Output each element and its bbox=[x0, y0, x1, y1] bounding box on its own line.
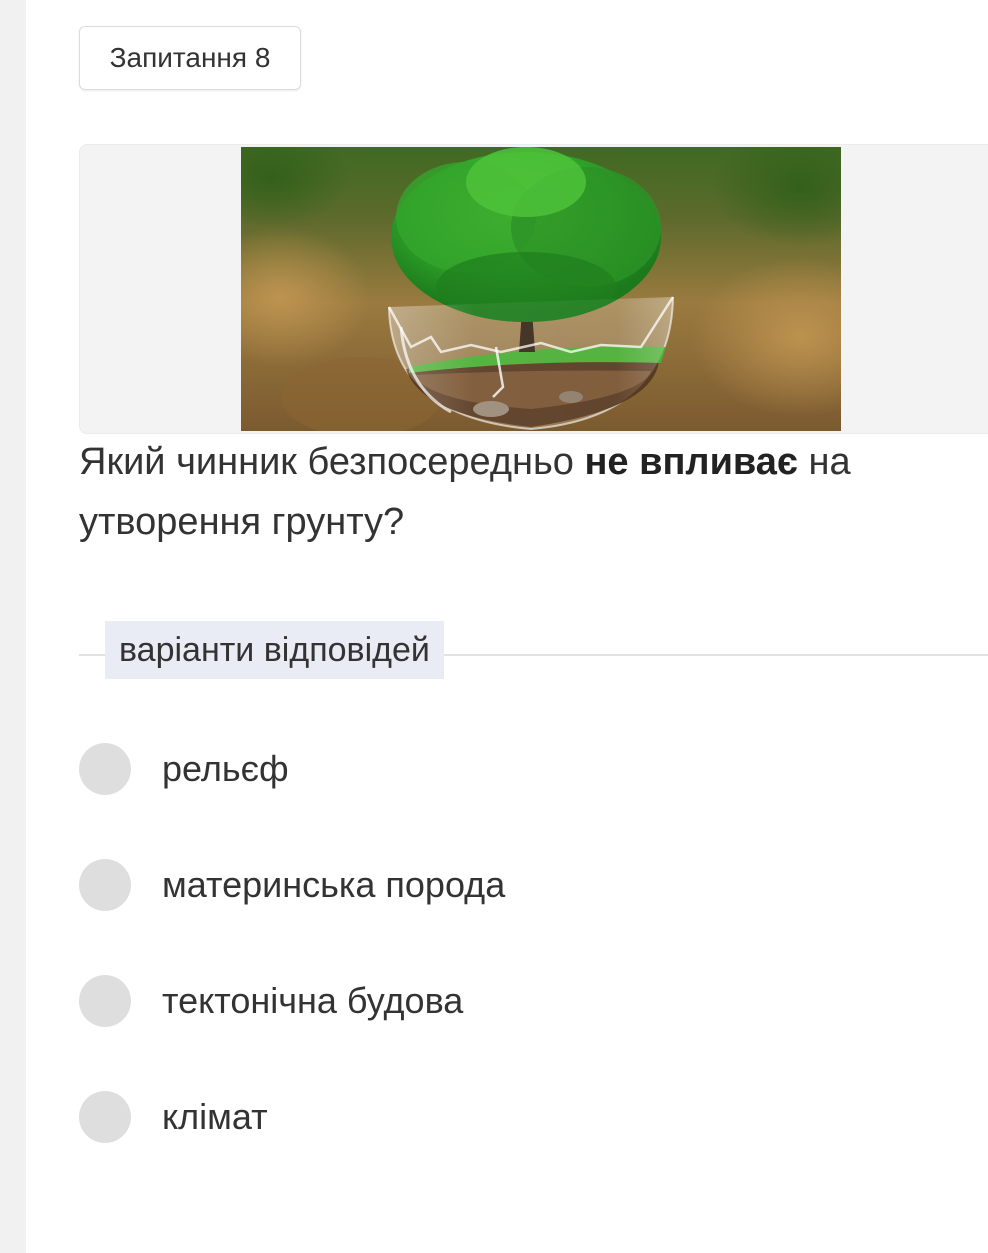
answer-option-1[interactable]: рельєф bbox=[79, 741, 979, 797]
question-image-panel bbox=[79, 144, 988, 434]
answer-option-label: материнська порода bbox=[162, 864, 506, 905]
question-card: Запитання 8 Який чинник безпосередньо не… bbox=[26, 0, 988, 1253]
radio-button-icon[interactable] bbox=[79, 975, 131, 1027]
radio-button-icon[interactable] bbox=[79, 743, 131, 795]
answer-option-label: клімат bbox=[162, 1096, 268, 1137]
question-text-emphasis: не впливає bbox=[584, 441, 798, 483]
radio-button-icon[interactable] bbox=[79, 1091, 131, 1143]
tree-in-glass-globe-image bbox=[241, 147, 841, 431]
question-number-badge: Запитання 8 bbox=[79, 26, 301, 90]
radio-button-icon[interactable] bbox=[79, 859, 131, 911]
question-text: Який чинник безпосередньо не впливає на … bbox=[79, 432, 979, 552]
answer-option-4[interactable]: клімат bbox=[79, 1089, 979, 1145]
answer-option-2[interactable]: материнська порода bbox=[79, 857, 979, 913]
answer-option-3[interactable]: тектонічна будова bbox=[79, 973, 979, 1029]
answer-option-label: рельєф bbox=[162, 748, 289, 789]
left-rail bbox=[0, 0, 26, 1253]
question-text-start: Який чинник безпосередньо bbox=[79, 441, 585, 483]
answer-option-label: тектонічна будова bbox=[162, 980, 464, 1021]
answers-section-label: варіанти відповідей bbox=[105, 621, 444, 679]
